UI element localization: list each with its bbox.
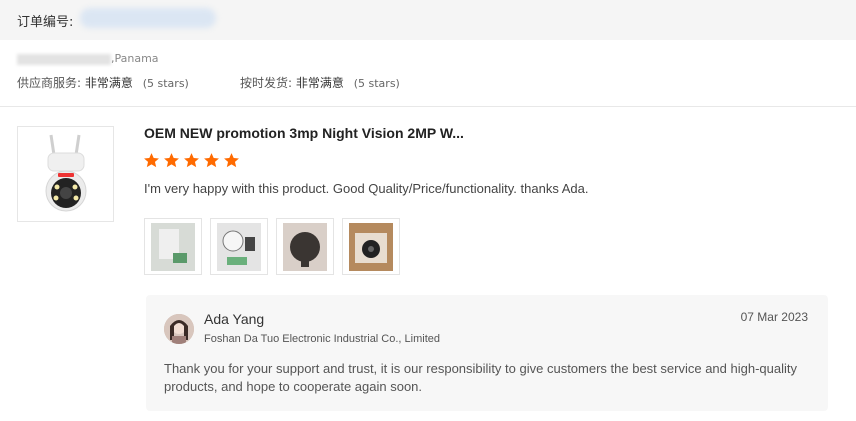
product-image[interactable] xyxy=(17,126,114,222)
rating-stars: (5 stars) xyxy=(142,77,189,90)
order-number-label: 订单编号: xyxy=(17,15,74,30)
star-icon xyxy=(204,153,219,168)
reply-author-name: Ada Yang xyxy=(204,311,265,327)
reply-company: Foshan Da Tuo Electronic Industrial Co.,… xyxy=(204,333,441,345)
avatar xyxy=(164,314,194,344)
review-photo[interactable] xyxy=(144,218,202,275)
rating-value: 非常满意 xyxy=(295,76,344,90)
reply-text: Thank you for your support and trust, it… xyxy=(164,361,797,394)
star-icon xyxy=(224,153,239,168)
reply-date: 07 Mar 2023 xyxy=(740,310,808,324)
review-photo[interactable] xyxy=(342,218,400,275)
review-photos xyxy=(144,218,400,275)
rating-label: 供应商服务: xyxy=(17,76,82,90)
review-photo[interactable] xyxy=(276,218,334,275)
order-header: 订单编号: xyxy=(0,0,856,40)
review-photo[interactable] xyxy=(210,218,268,275)
product-star-rating xyxy=(143,152,240,169)
rating-stars: (5 stars) xyxy=(353,77,400,90)
order-number-redacted xyxy=(80,8,216,28)
rating-value: 非常满意 xyxy=(84,76,133,90)
rating-label: 按时发货: xyxy=(240,76,293,90)
review-text: I'm very happy with this product. Good Q… xyxy=(144,181,589,196)
supplier-service-rating: 供应商服务: 非常满意 (5 stars) xyxy=(17,74,189,91)
section-divider xyxy=(0,106,856,107)
supplier-reply: Ada Yang Foshan Da Tuo Electronic Indust… xyxy=(146,295,828,411)
star-icon xyxy=(144,153,159,168)
star-icon xyxy=(184,153,199,168)
on-time-delivery-rating: 按时发货: 非常满意 (5 stars) xyxy=(240,74,400,91)
buyer-location: ,Panama xyxy=(111,52,159,65)
product-title[interactable]: OEM NEW promotion 3mp Night Vision 2MP W… xyxy=(144,125,464,141)
star-icon xyxy=(164,153,179,168)
buyer-name-redacted xyxy=(17,54,111,65)
